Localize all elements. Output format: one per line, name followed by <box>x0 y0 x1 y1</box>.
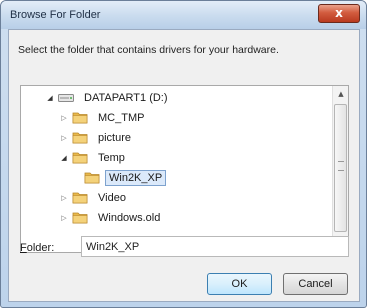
tree-item[interactable]: ◢ DATAPART1 (D:) <box>45 88 173 108</box>
folder-icon <box>72 110 88 127</box>
title-bar[interactable]: Browse For Folder x <box>1 1 366 29</box>
ok-button[interactable]: OK <box>207 273 272 295</box>
folder-label-rest: older: <box>26 242 55 254</box>
expanded-arrow-icon[interactable]: ◢ <box>59 154 69 162</box>
folder-icon <box>72 130 88 147</box>
scroll-up-arrow-icon[interactable]: ▲ <box>333 86 348 102</box>
folder-icon <box>72 210 88 227</box>
tree-item-label: Win2K_XP <box>105 170 167 186</box>
folder-field-label: Folder: <box>20 242 54 254</box>
instruction-text: Select the folder that contains drivers … <box>18 44 279 56</box>
collapsed-arrow-icon[interactable]: ▷ <box>59 214 69 222</box>
tree-item[interactable]: ▷ Video <box>59 188 131 208</box>
browse-for-folder-dialog: Browse For Folder x Select the folder th… <box>0 0 367 308</box>
folder-icon <box>72 190 88 207</box>
tree-item[interactable]: Win2K_XP <box>71 168 167 188</box>
folder-label-accesskey: F <box>20 242 27 254</box>
tree-item-label: picture <box>98 132 132 144</box>
close-icon: x <box>335 6 343 20</box>
tree-item-label: DATAPART1 (D:) <box>84 92 168 104</box>
dialog-client-area: Select the folder that contains drivers … <box>8 29 360 302</box>
tree-item-label: Windows.old <box>98 212 161 224</box>
tree-item[interactable]: ▷ Windows.old <box>59 208 165 228</box>
tree-item-label: MC_TMP <box>98 112 145 124</box>
folder-input[interactable] <box>81 236 349 257</box>
folder-icon <box>72 150 88 167</box>
collapsed-arrow-icon[interactable]: ▷ <box>59 134 69 142</box>
window-title: Browse For Folder <box>10 9 101 21</box>
folder-tree[interactable]: ◢ DATAPART1 (D:) ▷ MC_TMP ▷ picture ◢ Temp Win2K… <box>20 85 349 253</box>
collapsed-arrow-icon[interactable]: ▷ <box>59 114 69 122</box>
vertical-scrollbar[interactable]: ▲ ▼ <box>332 86 348 252</box>
tree-item[interactable]: ▷ picture <box>59 128 136 148</box>
tree-item-label: Temp <box>98 152 125 164</box>
scroll-thumb[interactable] <box>334 104 347 232</box>
drive-icon <box>58 91 74 106</box>
tree-item[interactable]: ▷ MC_TMP <box>59 108 149 128</box>
tree-item-label: Video <box>98 192 126 204</box>
collapsed-arrow-icon[interactable]: ▷ <box>59 194 69 202</box>
scroll-grip-icon <box>338 161 344 171</box>
close-button[interactable]: x <box>318 4 360 23</box>
expanded-arrow-icon[interactable]: ◢ <box>45 94 55 102</box>
folder-icon <box>84 170 100 187</box>
tree-item[interactable]: ◢ Temp <box>59 148 130 168</box>
cancel-button[interactable]: Cancel <box>283 273 348 295</box>
